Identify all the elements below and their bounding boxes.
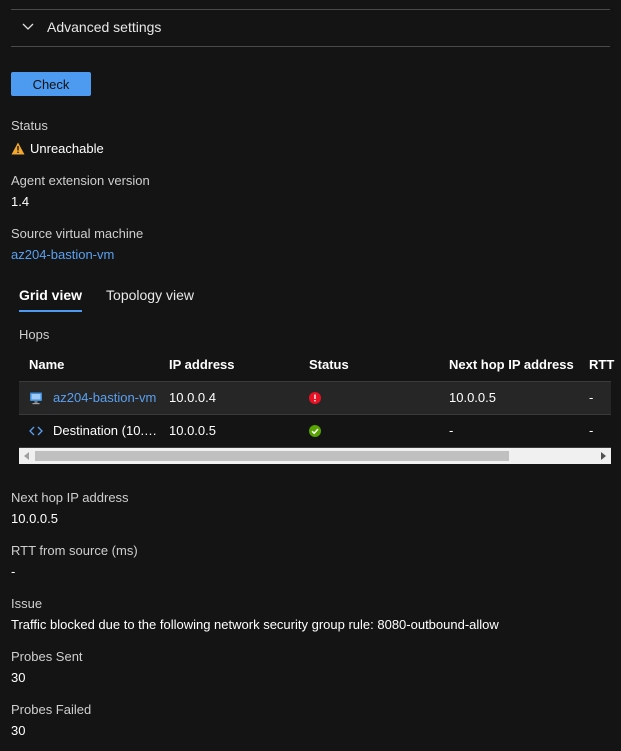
tab-grid-view[interactable]: Grid view <box>19 287 83 312</box>
advanced-settings-label: Advanced settings <box>47 19 162 35</box>
hops-label: Hops <box>19 327 50 342</box>
source-vm-label: Source virtual machine <box>11 226 144 241</box>
hop-ip: 10.0.0.5 <box>169 423 216 438</box>
advanced-settings-toggle[interactable]: Advanced settings <box>22 17 161 37</box>
status-label: Status <box>11 118 48 133</box>
column-header-name[interactable]: Name <box>29 349 164 381</box>
column-header-ip[interactable]: IP address <box>169 349 299 381</box>
warning-icon <box>11 142 25 155</box>
tab-topology-view[interactable]: Topology view <box>106 287 194 312</box>
hop-rtt: - <box>589 390 594 405</box>
check-button[interactable]: Check <box>11 72 91 96</box>
rtt-label: RTT from source (ms) <box>11 543 138 558</box>
probes-sent-label: Probes Sent <box>11 649 83 664</box>
scroll-left-icon[interactable] <box>19 448 35 464</box>
error-icon <box>309 392 321 404</box>
probes-failed-label: Probes Failed <box>11 702 92 717</box>
rtt-value: - <box>11 564 16 579</box>
source-vm-link[interactable]: az204-bastion-vm <box>11 247 114 262</box>
table-row[interactable]: az204-bastion-vm 10.0.0.4 10.0.0.5 - <box>19 382 611 415</box>
status-text: Unreachable <box>30 141 104 156</box>
column-header-next-hop[interactable]: Next hop IP address <box>449 349 584 381</box>
scrollbar-thumb[interactable] <box>35 451 509 461</box>
virtual-machine-icon <box>30 392 42 405</box>
column-header-rtt[interactable]: RTT <box>589 349 619 381</box>
advanced-divider <box>11 46 610 47</box>
next-hop-label: Next hop IP address <box>11 490 129 505</box>
destination-code-icon <box>29 426 43 436</box>
hop-next-hop: 10.0.0.5 <box>449 390 496 405</box>
hop-name-link[interactable]: az204-bastion-vm <box>53 382 156 414</box>
hop-next-hop: - <box>449 423 454 438</box>
horizontal-scrollbar[interactable] <box>19 448 611 464</box>
issue-label: Issue <box>11 596 43 611</box>
hops-grid: Name IP address Status Next hop IP addre… <box>19 349 614 464</box>
hop-ip: 10.0.0.4 <box>169 390 216 405</box>
hop-name: Destination (10.… <box>53 423 158 438</box>
probes-sent-value: 30 <box>11 670 26 685</box>
status-value: Unreachable <box>11 141 104 156</box>
grid-header-row: Name IP address Status Next hop IP addre… <box>19 349 614 382</box>
hop-rtt: - <box>589 423 594 438</box>
success-icon <box>309 425 321 437</box>
agent-version-label: Agent extension version <box>11 173 150 188</box>
top-divider <box>11 9 610 10</box>
scroll-right-icon[interactable] <box>595 448 611 464</box>
chevron-down-icon <box>22 23 34 30</box>
table-row[interactable]: Destination (10.… 10.0.0.5 - - <box>19 415 611 448</box>
column-header-status[interactable]: Status <box>309 349 439 381</box>
issue-value: Traffic blocked due to the following net… <box>11 617 499 632</box>
view-tabs: Grid view Topology view <box>19 287 194 312</box>
agent-version-value: 1.4 <box>11 194 30 209</box>
probes-failed-value: 30 <box>11 723 26 738</box>
next-hop-value: 10.0.0.5 <box>11 511 58 526</box>
